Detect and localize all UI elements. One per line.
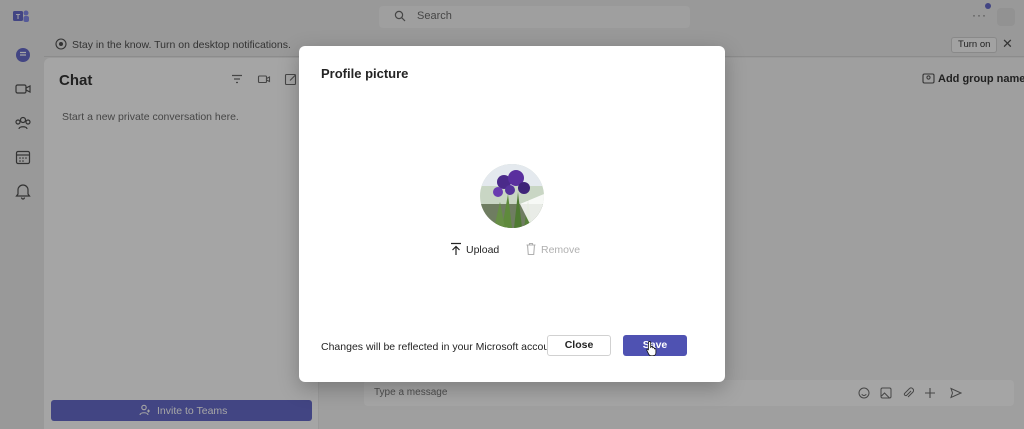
remove-label: Remove — [541, 244, 581, 256]
profile-picture-dialog: Profile picture Upload Remove Changes wi… — [299, 46, 725, 382]
dialog-title: Profile picture — [321, 66, 409, 81]
profile-photo — [480, 164, 544, 228]
upload-label: Upload — [466, 244, 500, 256]
upload-icon — [451, 242, 461, 255]
close-button[interactable]: Close — [547, 335, 611, 356]
hand-cursor-icon — [646, 341, 657, 356]
delete-icon — [526, 242, 536, 256]
dialog-note: Changes will be reflected in your Micros… — [321, 341, 561, 353]
